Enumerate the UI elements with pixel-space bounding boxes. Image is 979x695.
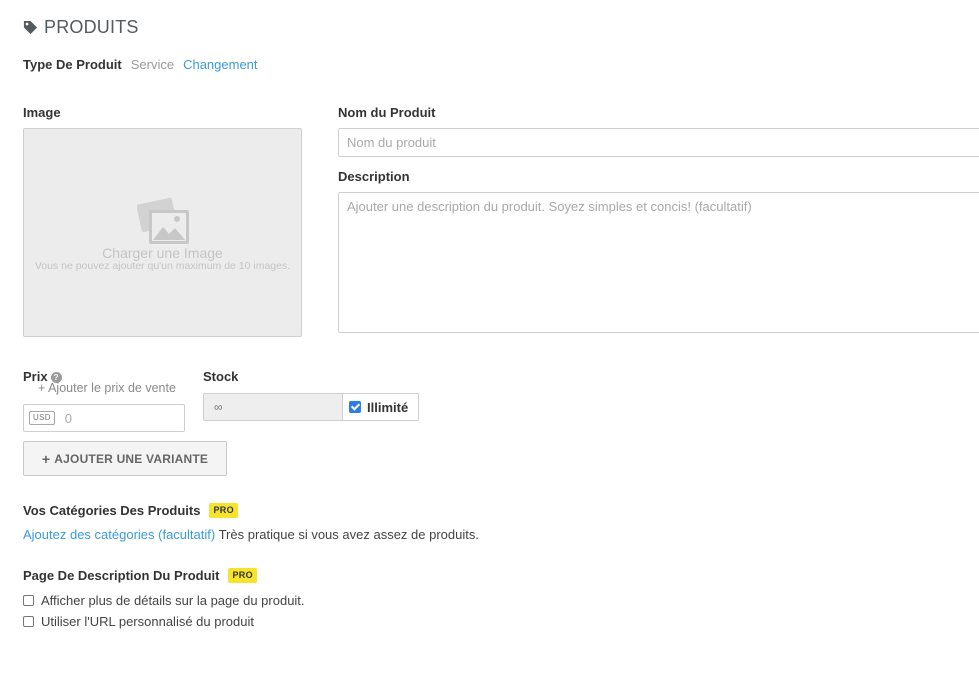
product-name-label: Nom du Produit — [338, 105, 436, 120]
currency-badge: USD — [29, 411, 55, 425]
categories-title-row: Vos Catégories Des Produits PRO — [23, 503, 238, 518]
page-title-text: PRODUITS — [44, 17, 139, 37]
pro-badge: PRO — [209, 503, 238, 518]
price-input[interactable] — [62, 409, 163, 427]
add-categories-link[interactable]: Ajoutez des catégories (facultatif) — [23, 527, 215, 542]
price-field: USD — [23, 404, 185, 432]
categories-title: Vos Catégories Des Produits — [23, 503, 201, 518]
upload-title: Charger une Image — [102, 245, 223, 261]
stock-input[interactable]: ∞ — [203, 393, 343, 421]
description-label: Description — [338, 169, 410, 184]
unlimited-toggle[interactable]: Illimité — [342, 393, 419, 421]
custom-url-checkbox[interactable] — [23, 616, 34, 627]
custom-url-option-label: Utiliser l'URL personnalisé du produit — [41, 614, 254, 629]
tag-icon — [23, 20, 38, 35]
add-variant-label: AJOUTER UNE VARIANTE — [54, 451, 209, 466]
add-variant-button[interactable]: + AJOUTER UNE VARIANTE — [23, 441, 227, 476]
images-icon — [136, 195, 191, 252]
unlimited-label: Illimité — [367, 399, 409, 415]
stock-label: Stock — [203, 369, 239, 384]
product-page-title: Page De Description Du Produit — [23, 568, 220, 583]
description-textarea[interactable] — [338, 192, 979, 333]
product-page-title-row: Page De Description Du Produit PRO — [23, 568, 257, 583]
unlimited-checkbox[interactable] — [349, 401, 361, 413]
categories-line: Ajoutez des catégories (facultatif) Très… — [23, 527, 479, 542]
pro-badge: PRO — [228, 568, 257, 583]
product-type-label: Type De Produit — [23, 57, 122, 72]
plus-icon: + — [41, 450, 51, 467]
product-type-value: Service — [130, 57, 175, 72]
option-row-details[interactable]: Afficher plus de détails sur la page du … — [23, 593, 305, 608]
add-sale-price-link[interactable]: + Ajouter le prix de vente — [38, 381, 176, 395]
image-label: Image — [23, 105, 61, 120]
categories-hint: Très pratique si vous avez assez de prod… — [215, 527, 479, 542]
details-checkbox[interactable] — [23, 595, 34, 606]
page-title: PRODUITS — [23, 17, 139, 38]
details-option-label: Afficher plus de détails sur la page du … — [41, 593, 305, 608]
option-row-custom-url[interactable]: Utiliser l'URL personnalisé du produit — [23, 614, 254, 629]
product-type-row: Type De Produit Service Changement — [23, 57, 258, 72]
change-type-link[interactable]: Changement — [183, 57, 257, 72]
product-name-input[interactable] — [338, 128, 979, 157]
upload-hint: Vous ne pouvez ajouter qu'un maximum de … — [34, 260, 291, 272]
image-upload-area[interactable]: Charger une Image Vous ne pouvez ajouter… — [23, 128, 302, 337]
